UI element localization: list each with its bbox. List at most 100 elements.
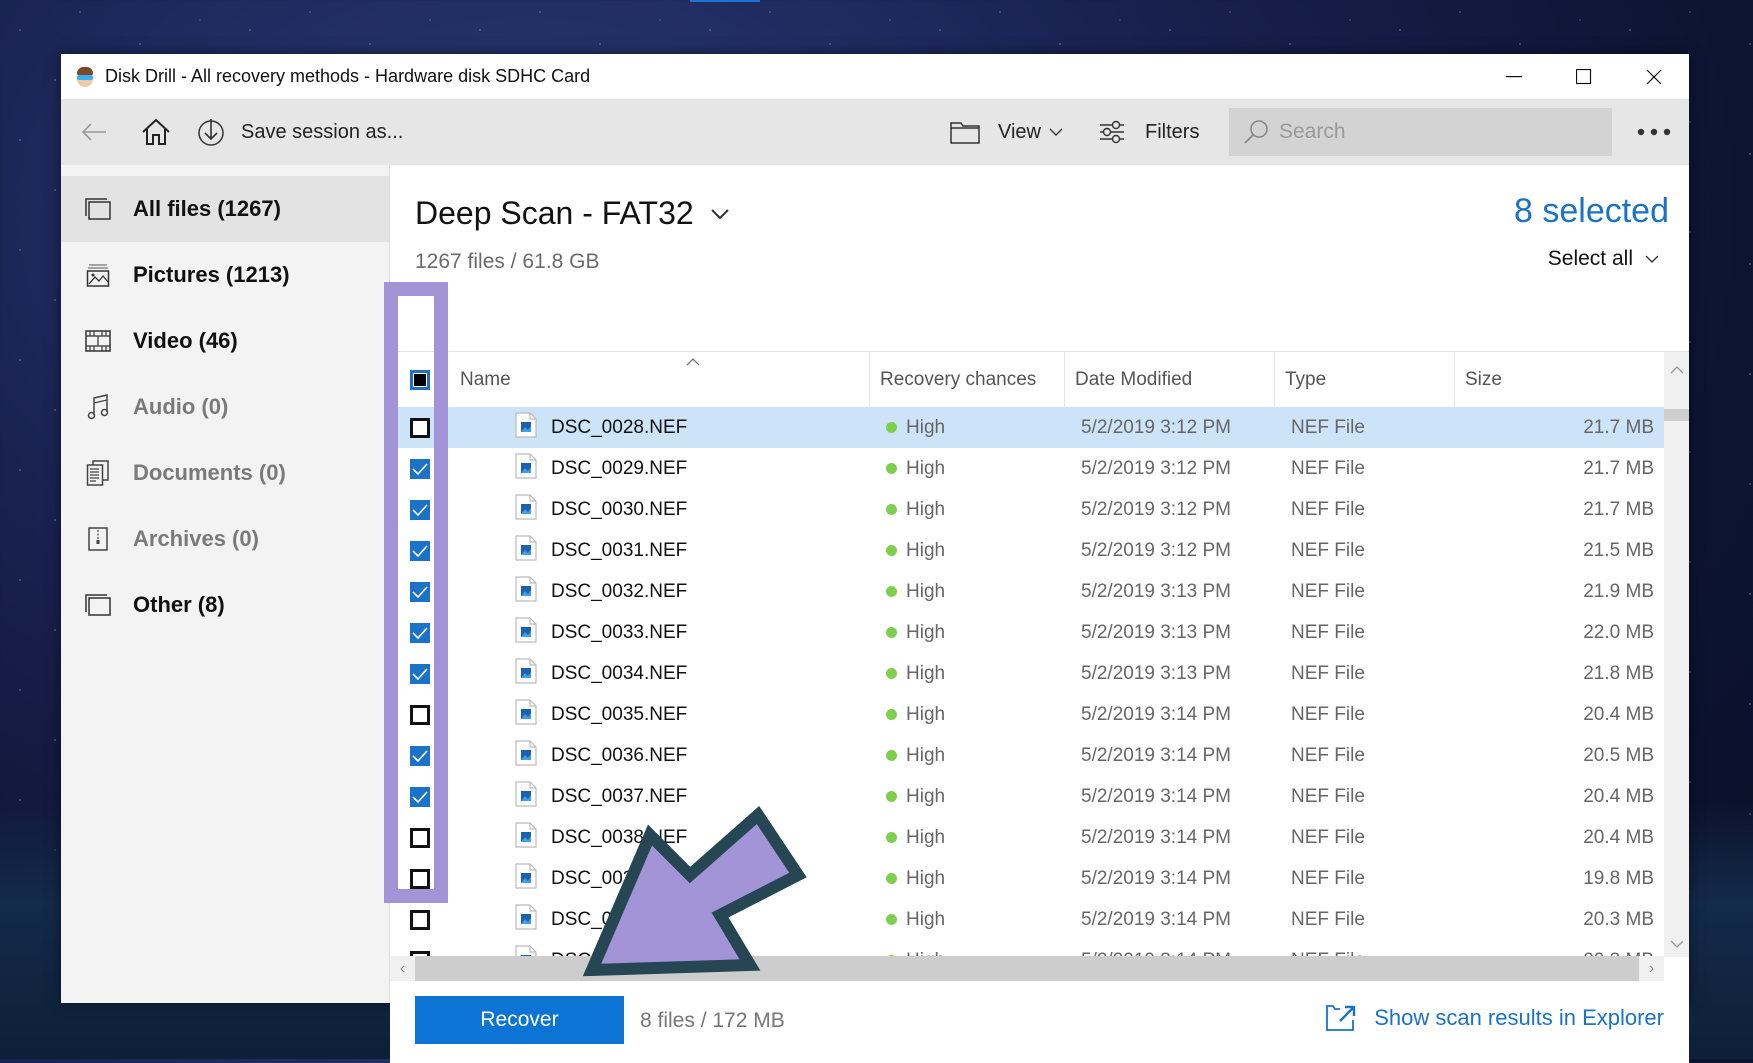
audio-icon (83, 393, 113, 421)
table-row[interactable]: DSC_0032.NEF High 5/2/2019 3:13 PM NEF File… (390, 571, 1664, 612)
column-header-date[interactable]: Date Modified (1065, 352, 1275, 407)
sidebar-item-archives[interactable]: Archives (0) (61, 506, 389, 572)
row-checkbox[interactable] (410, 540, 430, 561)
file-name: DSC_0028.NEF (551, 416, 688, 438)
checkmark-icon (412, 462, 428, 475)
file-name-cell: DSC_0036.NEF (450, 739, 870, 772)
sidebar-item-label: Pictures (1213) (133, 262, 290, 287)
row-checkbox[interactable] (410, 499, 430, 520)
table-row[interactable]: DSC_0033.NEF High 5/2/2019 3:13 PM NEF File… (390, 612, 1664, 653)
table-row[interactable]: DSC_0034.NEF High 5/2/2019 3:13 PM NEF File… (390, 653, 1664, 694)
table-row[interactable]: DSC_0036.NEF High 5/2/2019 3:14 PM NEF File… (390, 735, 1664, 776)
recovery-status-dot-icon (886, 586, 897, 597)
table-row[interactable]: DSC_0039.NEF High 5/2/2019 3:14 PM NEF File… (390, 858, 1664, 899)
file-size: 21.7 MB (1583, 416, 1654, 438)
image-file-icon (515, 575, 537, 602)
more-options-button[interactable] (1637, 99, 1671, 165)
scroll-left-icon[interactable]: ‹ (390, 956, 415, 981)
table-row[interactable]: DSC_0031.NEF High 5/2/2019 3:12 PM NEF File… (390, 530, 1664, 571)
table-row[interactable]: DSC_0028.NEF High 5/2/2019 3:12 PM NEF File… (390, 407, 1664, 448)
sidebar-item-all-files[interactable]: All files (1267) (61, 176, 389, 242)
recovery-chance-cell: High (870, 499, 1065, 521)
sidebar-item-video[interactable]: Video (46) (61, 308, 389, 374)
sidebar-item-pictures[interactable]: Pictures (1213) (61, 242, 389, 308)
file-name: DSC_0033.NEF (551, 621, 688, 643)
search-input[interactable] (1277, 119, 1581, 145)
row-checkbox-cell (390, 827, 450, 848)
row-checkbox-cell (390, 786, 450, 807)
maximize-button[interactable] (1549, 54, 1619, 99)
view-dropdown[interactable]: View (950, 99, 1063, 165)
recovery-chance: High (906, 785, 946, 807)
home-icon (142, 118, 170, 145)
scroll-right-icon[interactable]: › (1639, 956, 1664, 981)
row-checkbox[interactable] (410, 786, 430, 807)
row-checkbox[interactable] (410, 745, 430, 766)
file-name: DSC_0039.NEF (551, 867, 688, 889)
table-row[interactable]: DSC_0038.NEF High 5/2/2019 3:14 PM NEF File… (390, 817, 1664, 858)
horizontal-scrollbar[interactable]: ‹ › (390, 956, 1664, 981)
recover-button[interactable]: Recover (415, 996, 624, 1044)
file-size: 21.5 MB (1583, 539, 1654, 561)
file-type: NEF File (1291, 498, 1365, 520)
column-header-type[interactable]: Type (1275, 352, 1455, 407)
recovery-status-dot-icon (886, 422, 897, 433)
column-header-recovery[interactable]: Recovery chances (870, 352, 1065, 407)
select-all-label: Select all (1547, 247, 1633, 270)
minimize-button[interactable] (1479, 54, 1549, 99)
recovery-chance-cell: High (870, 909, 1065, 931)
column-label: Recovery chances (880, 368, 1037, 390)
file-size: 21.8 MB (1583, 662, 1654, 684)
select-all-checkbox[interactable] (410, 369, 430, 390)
column-header-size[interactable]: Size (1455, 352, 1664, 407)
select-all-dropdown[interactable]: Select all (1548, 247, 1659, 271)
row-checkbox[interactable] (410, 417, 430, 438)
save-session-button[interactable]: Save session as... (197, 117, 403, 147)
scroll-up-icon (1670, 366, 1684, 374)
sidebar-item-audio[interactable]: Audio (0) (61, 374, 389, 440)
row-checkbox[interactable] (410, 458, 430, 479)
scan-selector[interactable]: Deep Scan - FAT32 (415, 195, 730, 232)
row-checkbox[interactable] (410, 581, 430, 602)
date-modified: 5/2/2019 3:14 PM (1081, 908, 1231, 930)
row-checkbox[interactable] (410, 663, 430, 684)
row-checkbox-cell (390, 417, 450, 438)
table-row[interactable]: DSC_0030.NEF High 5/2/2019 3:12 PM NEF File… (390, 489, 1664, 530)
scan-title: Deep Scan - FAT32 (415, 195, 694, 231)
row-checkbox[interactable] (410, 622, 430, 643)
filters-button[interactable]: Filters (1099, 99, 1199, 165)
chevron-down-icon (1049, 128, 1063, 136)
close-button[interactable] (1619, 54, 1689, 99)
row-checkbox[interactable] (410, 704, 430, 725)
back-button[interactable] (79, 117, 109, 147)
recovery-status-dot-icon (886, 832, 897, 843)
file-size: 20.4 MB (1583, 826, 1654, 848)
table-row[interactable]: DSC_0040.NEF High 5/2/2019 3:14 PM NEF File… (390, 899, 1664, 940)
scan-summary: 1267 files / 61.8 GB (415, 250, 600, 273)
file-type: NEF File (1291, 908, 1365, 930)
sidebar-item-other[interactable]: Other (8) (61, 572, 389, 638)
vertical-scrollbar[interactable] (1664, 352, 1689, 957)
vertical-scroll-thumb[interactable] (1664, 409, 1689, 421)
recovery-chance-cell: High (870, 417, 1065, 439)
table-row[interactable]: DSC_0035.NEF High 5/2/2019 3:14 PM NEF File… (390, 694, 1664, 735)
home-button[interactable] (139, 115, 173, 149)
column-header-name[interactable]: Name (450, 352, 870, 407)
other-icon (83, 591, 113, 619)
sidebar-item-documents[interactable]: Documents (0) (61, 440, 389, 506)
row-checkbox[interactable] (410, 868, 430, 889)
image-file-icon (515, 862, 537, 889)
table-row[interactable]: DSC_0041.NEFHigh5/2/2019 3:14 PMNEF File… (390, 940, 1664, 957)
recovery-chance: High (906, 703, 946, 725)
image-file-icon (515, 493, 537, 520)
recovery-status-dot-icon (886, 463, 897, 474)
date-modified: 5/2/2019 3:12 PM (1081, 498, 1231, 520)
row-checkbox[interactable] (410, 827, 430, 848)
show-in-explorer-link[interactable]: Show scan results in Explorer (1326, 1005, 1664, 1031)
recovery-chance: High (906, 826, 946, 848)
sidebar-item-label: Other (8) (133, 592, 225, 617)
file-name: DSC_0030.NEF (551, 498, 688, 520)
table-row[interactable]: DSC_0029.NEF High 5/2/2019 3:12 PM NEF File… (390, 448, 1664, 489)
row-checkbox[interactable] (410, 909, 430, 930)
table-row[interactable]: DSC_0037.NEF High 5/2/2019 3:14 PM NEF File… (390, 776, 1664, 817)
